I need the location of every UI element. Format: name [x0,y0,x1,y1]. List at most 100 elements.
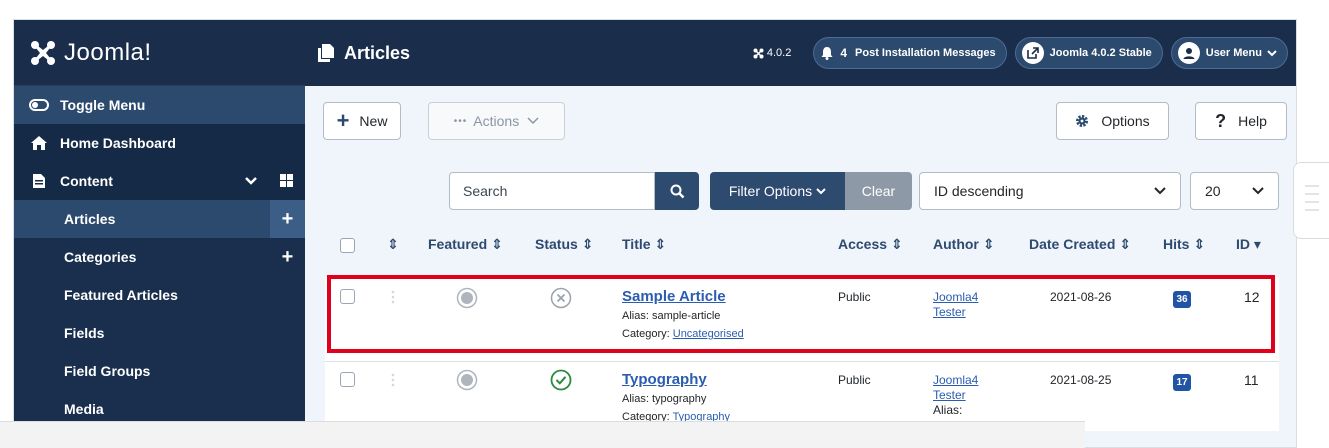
hits-badge: 17 [1173,374,1191,391]
bottom-overlay-panel [0,421,1085,448]
actions-button[interactable]: ••• Actions [428,102,565,140]
options-label: Options [1101,113,1150,129]
add-category-icon[interactable]: + [270,238,305,276]
col-header-date-created[interactable]: Date Created ⇕ [1029,236,1131,253]
sidebar-item-label: Articles [64,211,116,227]
actions-label: Actions [473,113,520,129]
author-link[interactable]: Joomla4 [933,373,978,387]
col-header-label: ID [1236,236,1250,252]
new-button[interactable]: + New [323,102,401,140]
limit-value: 20 [1205,183,1221,199]
author-link[interactable]: Tester [933,388,966,402]
sidebar-item-categories[interactable]: Categories + [14,238,305,276]
ellipsis-icon: ••• [453,115,468,127]
sort-value: ID descending [934,183,1024,199]
clear-label: Clear [861,183,896,199]
chevron-down-icon [1154,187,1166,195]
list-limit-select[interactable]: 20 [1190,172,1279,210]
sidebar-item-articles[interactable]: Articles + [14,200,305,238]
article-alias: Alias: typography [622,393,707,405]
sidebar-toggle-label: Toggle Menu [60,97,146,113]
plus-icon: + [336,108,350,133]
site-link-label: Joomla 4.0.2 Stable [1049,47,1152,59]
gear-icon [1076,115,1089,127]
access-value: Public [838,373,871,387]
brand[interactable]: Joomla! [14,20,305,86]
app-root: Joomla! Toggle Menu Home Dashboard Conte… [0,0,1329,448]
id-value: 11 [1244,372,1259,388]
sidebar-item-home-dashboard[interactable]: Home Dashboard [14,124,305,162]
version-text: 4.0.2 [766,47,792,59]
help-button[interactable]: ? Help [1195,102,1287,140]
sidebar-item-label: Featured Articles [64,287,178,303]
site-link-button[interactable]: Joomla 4.0.2 Stable [1014,37,1163,69]
joomla-logo-icon [31,40,55,65]
toolbar: + New ••• Actions Options ? Help [305,86,1296,157]
widget-line [1305,209,1319,211]
sidebar-item-fields[interactable]: Fields [14,314,305,352]
col-header-id[interactable]: ID ▾ [1236,236,1261,253]
widget-line [1305,193,1319,195]
user-menu-label: User Menu [1205,47,1262,59]
widget-line [1305,185,1319,187]
add-article-icon[interactable]: + [270,200,305,238]
question-icon: ? [1215,110,1227,131]
external-link-icon [1021,42,1044,64]
article-title-link[interactable]: Typography [622,371,707,388]
clear-button[interactable]: Clear [845,172,912,210]
header-actions: 4.0.2 4 Post Installation Messages Jooml… [753,37,1288,69]
col-header-author[interactable]: Author ⇕ [933,236,995,253]
chevron-down-icon [1267,50,1277,57]
col-header-label: Status [535,236,578,252]
new-label: New [359,113,388,129]
col-header-title[interactable]: Title ⇕ [622,236,666,253]
search-input[interactable] [449,172,655,210]
sidebar-item-field-groups[interactable]: Field Groups [14,352,305,390]
sidebar-toggle-menu[interactable]: Toggle Menu [14,86,305,124]
search-icon [670,184,684,198]
chevron-down-icon[interactable] [245,173,257,189]
col-header-featured[interactable]: Featured ⇕ [428,236,503,253]
col-header-label: Title [622,236,651,252]
chevron-down-icon [816,188,826,195]
select-all-checkbox[interactable] [340,238,355,253]
post-installation-messages-button[interactable]: 4 Post Installation Messages [813,37,1007,69]
chevron-down-icon [1252,187,1264,195]
search-button[interactable] [655,172,699,210]
filter-options-button[interactable]: Filter Options [710,172,845,210]
file-icon [28,173,50,189]
sort-select[interactable]: ID descending [919,172,1181,210]
home-icon [28,135,50,151]
user-menu-button[interactable]: User Menu [1170,37,1288,69]
col-header-access[interactable]: Access ⇕ [838,236,903,253]
version-info: 4.0.2 [753,47,791,59]
ordering-sort-icon[interactable]: ⇕ [387,236,399,253]
toggle-icon [28,97,50,113]
author-alias: Alias: [933,403,963,417]
dashboard-grid-icon[interactable] [280,174,293,190]
sidebar-item-featured-articles[interactable]: Featured Articles [14,276,305,314]
drag-handle-icon[interactable] [391,373,395,387]
published-status-icon[interactable] [550,369,572,391]
post-installation-label: Post Installation Messages [855,47,996,59]
articles-icon [318,44,334,62]
col-header-label: Featured [428,236,488,252]
col-header-label: Date Created [1029,236,1116,252]
notification-count: 4 [840,46,848,60]
side-widget-tab[interactable] [1293,162,1329,239]
col-header-label: Access [838,236,888,252]
joomla-small-icon [753,48,764,58]
page-title-text: Articles [344,42,411,63]
row-checkbox[interactable] [340,372,355,387]
options-button[interactable]: Options [1056,102,1169,140]
bell-icon [821,47,833,60]
brand-name: Joomla! [64,38,152,66]
col-header-status[interactable]: Status ⇕ [535,236,593,253]
date-created-value: 2021-08-25 [1050,373,1112,387]
col-header-label: Hits [1163,236,1190,252]
sidebar-item-content[interactable]: Content [14,162,305,200]
featured-toggle-icon[interactable] [456,369,478,391]
filter-options-label: Filter Options [728,183,813,199]
col-header-hits[interactable]: Hits ⇕ [1163,236,1205,253]
header: Articles 4.0.2 4 Post Installation Messa… [305,20,1296,86]
